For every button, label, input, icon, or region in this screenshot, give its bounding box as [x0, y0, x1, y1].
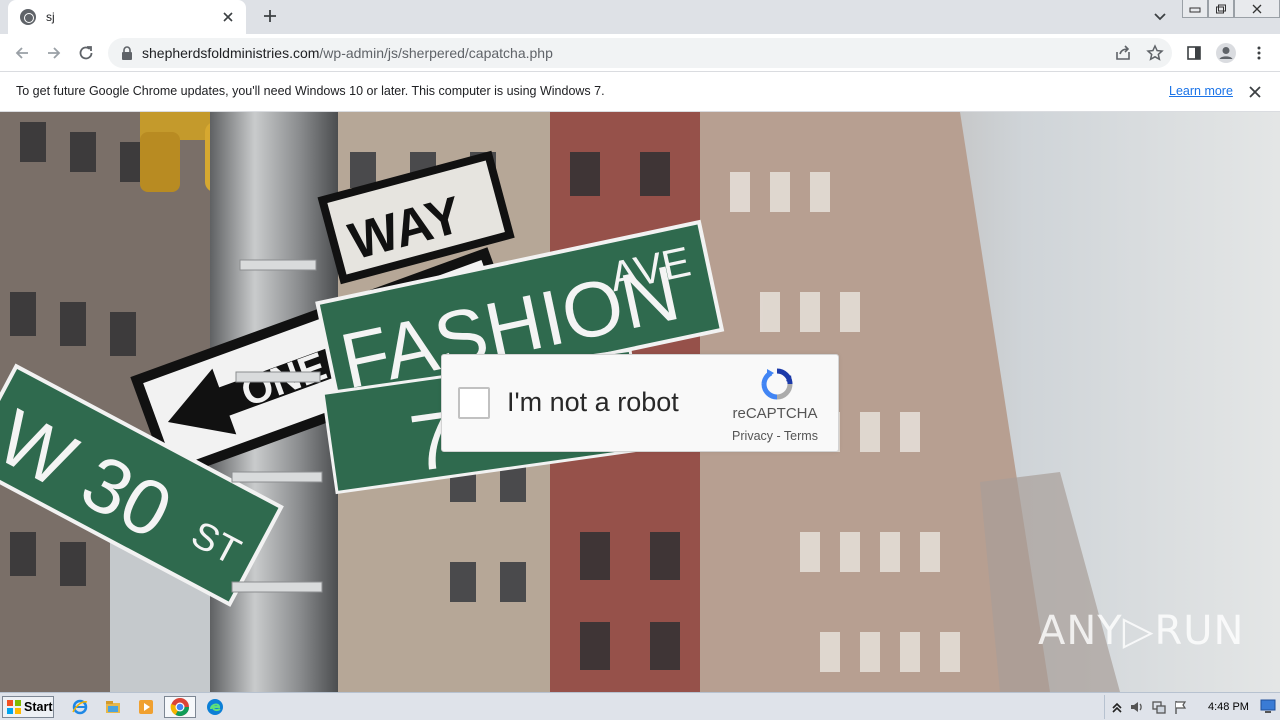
- taskbar-clock[interactable]: 4:48 PM: [1208, 701, 1249, 713]
- arrow-right-icon: [48, 47, 61, 59]
- taskbar-explorer[interactable]: [101, 696, 125, 718]
- anyrun-watermark: ANY▷RUN: [1038, 608, 1245, 654]
- minimize-icon: [1189, 7, 1201, 12]
- side-panel-button[interactable]: [1182, 41, 1206, 65]
- links-separator: -: [773, 429, 784, 443]
- close-icon: [1249, 86, 1261, 98]
- forward-button[interactable]: [42, 41, 66, 65]
- privacy-link[interactable]: Privacy: [732, 429, 773, 443]
- profile-button[interactable]: [1214, 41, 1238, 65]
- back-button[interactable]: [10, 41, 34, 65]
- kebab-menu-icon: [1257, 46, 1261, 60]
- url-text: shepherdsfoldministries.com/wp-admin/js/…: [142, 45, 553, 61]
- share-icon[interactable]: [1114, 44, 1132, 62]
- chrome-icon: [170, 698, 189, 717]
- tab-active[interactable]: sj: [8, 0, 246, 34]
- window-close-button[interactable]: [1234, 0, 1280, 18]
- recaptcha-links: Privacy - Terms: [712, 429, 838, 443]
- reload-icon: [79, 46, 93, 60]
- windows-taskbar: Start 4:48 PM: [0, 692, 1280, 720]
- url-path: /wp-admin/js/sherpered/capatcha.php: [319, 45, 553, 61]
- windows-logo-icon: [7, 700, 21, 714]
- restore-button[interactable]: [1208, 0, 1234, 18]
- tab-search-button[interactable]: [1150, 8, 1170, 26]
- ie-icon: [72, 699, 88, 715]
- reload-button[interactable]: [74, 41, 98, 65]
- recaptcha-widget: I'm not a robot reCAPTCHA Privacy - Term…: [441, 354, 839, 452]
- taskbar-ie[interactable]: [68, 696, 92, 718]
- close-icon[interactable]: [220, 9, 236, 25]
- explorer-icon: [106, 701, 120, 713]
- show-desktop-icon[interactable]: [1260, 697, 1276, 715]
- recaptcha-label: I'm not a robot: [507, 387, 679, 417]
- action-center-flag-icon[interactable]: [1173, 699, 1189, 715]
- volume-icon[interactable]: [1129, 699, 1145, 715]
- omnibox-actions: [1114, 44, 1164, 62]
- chevron-down-icon: [1154, 13, 1166, 21]
- media-player-icon: [139, 700, 153, 714]
- side-panel-icon: [1187, 46, 1201, 60]
- plus-icon: [264, 10, 276, 22]
- tab-strip: sj: [0, 0, 1280, 34]
- recaptcha-checkbox[interactable]: [458, 387, 490, 419]
- globe-icon: [20, 9, 36, 25]
- recaptcha-logo-icon: [761, 368, 793, 400]
- arrow-left-icon: [15, 47, 28, 59]
- new-tab-button[interactable]: [258, 6, 282, 28]
- edge-icon: [207, 699, 223, 715]
- minimize-button[interactable]: [1182, 0, 1208, 18]
- start-label: Start: [24, 700, 53, 714]
- browser-toolbar: shepherdsfoldministries.com/wp-admin/js/…: [0, 34, 1280, 72]
- update-infobar: To get future Google Chrome updates, you…: [0, 72, 1280, 112]
- recaptcha-brand: reCAPTCHA: [732, 405, 818, 422]
- close-icon: [1252, 4, 1262, 13]
- tab-title: sj: [46, 10, 55, 24]
- address-bar[interactable]: shepherdsfoldministries.com/wp-admin/js/…: [108, 38, 1172, 68]
- avatar-icon: [1216, 43, 1236, 63]
- network-icon[interactable]: [1151, 699, 1167, 715]
- taskbar-chrome[interactable]: [164, 696, 196, 718]
- window-controls: [1182, 0, 1280, 20]
- star-icon[interactable]: [1146, 44, 1164, 62]
- url-host: shepherdsfoldministries.com: [142, 45, 320, 61]
- taskbar-edge[interactable]: [203, 696, 227, 718]
- page-content: ONE WAY FASHION AVE 7 W 30 ST I'm not a …: [0, 112, 1280, 692]
- taskbar-media-player[interactable]: [134, 696, 158, 718]
- terms-link[interactable]: Terms: [784, 429, 818, 443]
- learn-more-link[interactable]: Learn more: [1169, 84, 1233, 98]
- menu-button[interactable]: [1247, 41, 1271, 65]
- infobar-close-button[interactable]: [1247, 84, 1263, 100]
- show-hidden-icons-icon[interactable]: [1111, 700, 1123, 714]
- start-button[interactable]: Start: [2, 696, 54, 718]
- infobar-message: To get future Google Chrome updates, you…: [16, 84, 605, 98]
- restore-icon: [1216, 4, 1226, 13]
- lock-icon[interactable]: [120, 45, 134, 61]
